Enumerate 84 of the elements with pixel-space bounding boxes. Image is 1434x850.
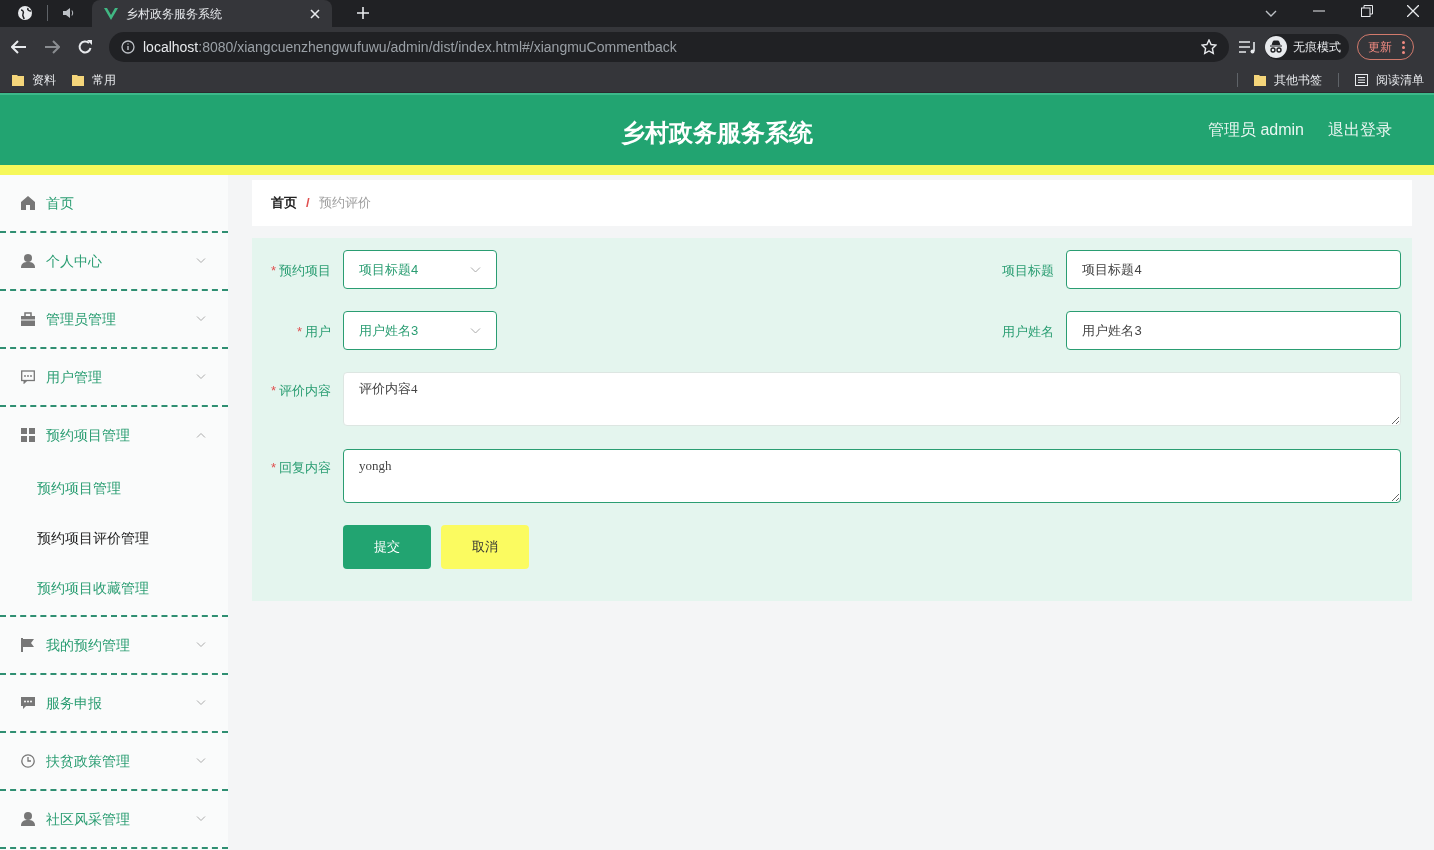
briefcase-icon [21,312,35,326]
field-label: 用户姓名 [1002,324,1055,339]
bookmark[interactable]: 其他书签 [1254,70,1322,89]
browser-tab[interactable]: 乡村政务服务系统 [92,0,332,27]
field-label: 用户 [305,324,331,339]
cancel-button[interactable]: 取消 [441,525,529,569]
breadcrumb-item[interactable]: 首页 [271,193,297,213]
chevron-down-icon [196,642,206,648]
info-icon [121,40,135,54]
chevron-down-icon[interactable] [1265,10,1277,18]
address-bar[interactable]: localhost:8080/xiangcuenzhengwufuwu/admin/dist/index.html#/xiangmuCommentback [109,32,1229,62]
sidebar-item[interactable]: 用户管理 [0,349,228,405]
select-field[interactable]: 项目标题4 [343,250,498,289]
sidebar-item[interactable]: 服务申报 [0,675,228,731]
logout-link[interactable]: 退出登录 [1328,118,1392,142]
reading-list-button[interactable]: 阅读清单 [1355,70,1424,89]
folder-icon [1254,73,1266,86]
field-label: 评价内容 [279,383,331,398]
person-icon [21,812,35,826]
breadcrumb-item: 预约评价 [318,194,371,213]
chevron-down-icon [196,374,206,380]
required-mark: * [270,460,276,475]
folder-icon [12,73,24,86]
person-icon [21,254,35,268]
input-field[interactable]: 项目标题4 [1066,250,1401,289]
bookmark[interactable]: 资料 [12,70,56,89]
submenu-item[interactable]: 预约项目收藏管理 [0,563,228,613]
chevron-down-icon [470,327,482,334]
folder-icon [72,73,84,86]
restore-icon[interactable] [1361,5,1373,17]
sidebar-item[interactable]: 个人中心 [0,233,228,289]
v-logo-icon [104,7,118,20]
grid-icon [21,428,35,442]
chevron-down-icon [196,816,206,822]
select-field[interactable]: 用户姓名3 [343,311,498,350]
back-arrow-icon[interactable] [11,40,27,54]
home-icon [21,196,35,210]
field-label: 回复内容 [279,460,331,475]
flag-icon [21,638,35,652]
globe-icon[interactable] [17,5,33,21]
field-label: 预约项目 [279,263,331,278]
sidebar-item[interactable]: 扶贫政策管理 [0,733,228,789]
chevron-down-icon [470,266,482,273]
text-area[interactable]: 评价内容4 [343,372,1401,426]
more-icon [1402,40,1405,54]
forward-arrow-icon[interactable] [44,40,60,54]
url-text: localhost:8080/xiangcuenzhengwufuwu/admin/dist/index.html#/xiangmuCommentback [143,37,678,57]
required-mark: * [270,263,276,278]
clock-icon [21,754,35,768]
chevron-down-icon [196,316,206,322]
app-title: 乡村政务服务系统 [621,118,813,148]
sidebar-item[interactable]: 我的预约管理 [0,617,228,673]
media-icon[interactable] [1239,40,1257,54]
speaker-icon[interactable] [62,7,74,19]
chevron-down-icon [196,700,206,706]
submenu-item[interactable]: 预约项目评价管理 [0,513,228,563]
sidebar-item[interactable]: 管理员管理 [0,291,228,347]
submit-button[interactable]: 提交 [343,525,431,569]
incognito-icon [1265,36,1287,58]
chevron-down-icon [196,758,206,764]
sidebar-item[interactable]: 预约项目管理 [0,407,228,463]
plus-icon[interactable] [356,6,370,20]
list-icon [1355,73,1368,86]
sidebar-item[interactable]: 首页 [0,175,228,231]
star-icon[interactable] [1201,39,1217,55]
close-icon[interactable] [310,8,320,19]
input-field[interactable]: 用户姓名3 [1066,311,1401,350]
text-area[interactable]: yongh [343,449,1401,503]
breadcrumb-separator: / [306,194,310,213]
required-mark: * [296,324,302,339]
user-name: 管理员 admin [1207,120,1304,140]
message-icon [21,696,35,710]
close-icon[interactable] [1407,5,1419,17]
tab-title: 乡村政务服务系统 [126,5,223,23]
sidebar-item[interactable]: 社区风采管理 [0,791,228,847]
incognito-button[interactable]: 无痕模式 [1265,34,1349,60]
chevron-up-icon [196,432,206,438]
submenu-item[interactable]: 预约项目管理 [0,463,228,513]
chat-icon [21,370,35,384]
reload-icon[interactable] [77,39,93,55]
bookmark[interactable]: 常用 [72,70,116,89]
field-label: 项目标题 [1002,263,1055,278]
required-mark: * [270,383,276,398]
chevron-down-icon [196,258,206,264]
